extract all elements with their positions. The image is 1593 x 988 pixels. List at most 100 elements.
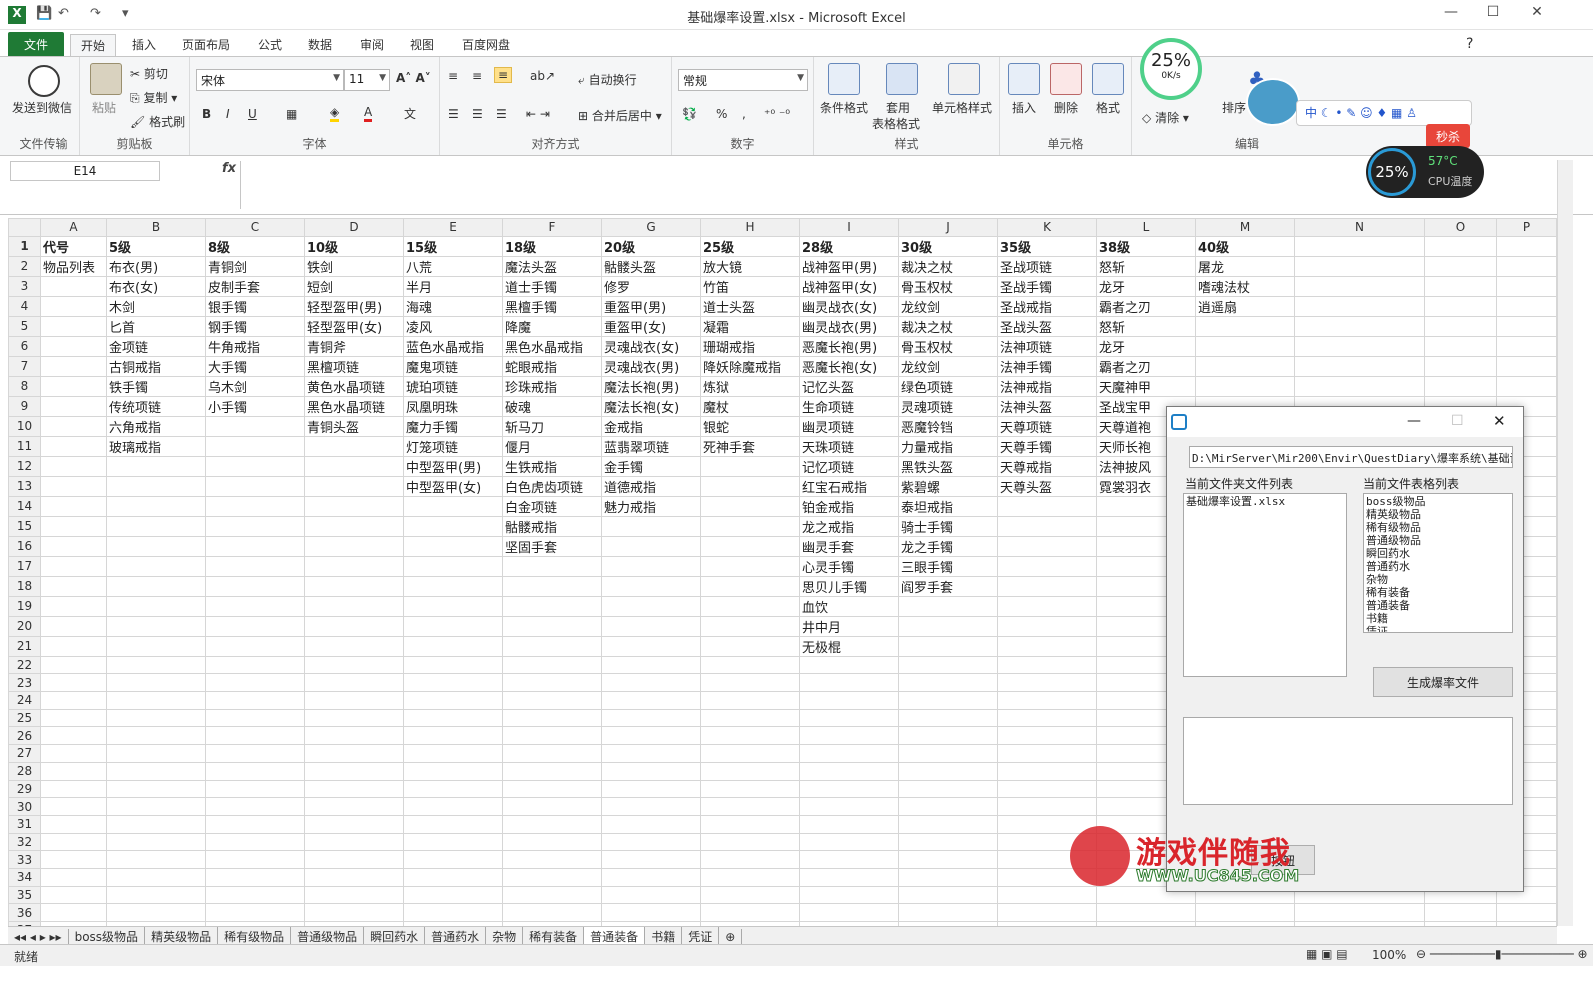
cell[interactable]: 银蛇 xyxy=(700,415,800,437)
cell[interactable]: 玻璃戒指 xyxy=(106,435,206,457)
cell[interactable] xyxy=(898,797,998,816)
cell[interactable]: 15级 xyxy=(403,235,503,257)
cell[interactable] xyxy=(106,691,206,710)
cell[interactable]: 皮制手套 xyxy=(205,275,305,297)
formula-input[interactable] xyxy=(240,161,1540,209)
column-header[interactable]: L xyxy=(1096,218,1196,237)
cell[interactable]: 黑色水晶项链 xyxy=(304,395,404,417)
cell[interactable] xyxy=(205,615,305,637)
sheet-tab[interactable]: 书籍 xyxy=(645,927,683,945)
cell[interactable] xyxy=(106,744,206,763)
cell[interactable]: 青铜剑 xyxy=(205,255,305,277)
cell[interactable] xyxy=(799,814,899,834)
cell[interactable] xyxy=(601,885,701,905)
column-header[interactable]: E xyxy=(403,218,503,237)
cell[interactable] xyxy=(106,455,206,477)
cell[interactable] xyxy=(40,435,107,457)
wrap-text-button[interactable]: ⤶ 自动换行 xyxy=(578,71,637,88)
cell[interactable]: 坚固手套 xyxy=(502,535,602,557)
cell[interactable] xyxy=(205,867,305,887)
cell[interactable] xyxy=(700,708,800,728)
cell[interactable] xyxy=(1294,355,1425,377)
cell[interactable] xyxy=(40,726,107,746)
cell[interactable] xyxy=(601,797,701,816)
cell[interactable] xyxy=(106,850,206,869)
cell[interactable] xyxy=(106,673,206,693)
cell[interactable] xyxy=(106,475,206,497)
cell[interactable] xyxy=(403,495,503,517)
cell[interactable]: 白色虎齿项链 xyxy=(502,475,602,497)
cell[interactable] xyxy=(700,555,800,577)
cell[interactable] xyxy=(502,903,602,922)
cell[interactable] xyxy=(799,673,899,693)
cell[interactable] xyxy=(40,814,107,834)
cell[interactable] xyxy=(403,726,503,746)
cell[interactable] xyxy=(40,655,107,675)
cell[interactable]: 半月 xyxy=(403,275,503,297)
tab-home[interactable]: 开始 xyxy=(70,34,117,56)
cell[interactable]: 银手镯 xyxy=(205,295,305,317)
cell[interactable] xyxy=(403,615,503,637)
cell[interactable] xyxy=(799,779,899,799)
cell[interactable]: 幽灵手套 xyxy=(799,535,899,557)
cell[interactable]: 龙纹剑 xyxy=(898,295,998,317)
cell[interactable]: 天尊头盔 xyxy=(997,475,1097,497)
cell[interactable]: 死神手套 xyxy=(700,435,800,457)
cell[interactable]: 魔杖 xyxy=(700,395,800,417)
cell[interactable] xyxy=(205,850,305,869)
cell[interactable] xyxy=(997,761,1097,781)
cell[interactable] xyxy=(1424,355,1497,377)
row-header[interactable]: 11 xyxy=(8,435,41,457)
close-button[interactable]: ✕ xyxy=(1522,4,1552,26)
cell[interactable] xyxy=(304,655,404,675)
cell[interactable]: 青铜斧 xyxy=(304,335,404,357)
cell[interactable] xyxy=(601,867,701,887)
list-item[interactable]: 基础爆率设置.xlsx xyxy=(1186,495,1344,508)
row-header[interactable]: 25 xyxy=(8,708,41,728)
cell[interactable] xyxy=(205,708,305,728)
list-item[interactable]: 普通药水 xyxy=(1366,560,1510,573)
cell[interactable] xyxy=(799,691,899,710)
cell[interactable] xyxy=(997,495,1097,517)
cell[interactable]: 天尊戒指 xyxy=(997,455,1097,477)
row-header[interactable]: 35 xyxy=(8,885,41,905)
cell[interactable]: 10级 xyxy=(304,235,404,257)
cell[interactable] xyxy=(403,885,503,905)
cell[interactable] xyxy=(997,595,1097,617)
cpu-temperature-widget[interactable]: 25% 57°C CPU温度 xyxy=(1366,146,1484,198)
column-header[interactable]: O xyxy=(1424,218,1497,237)
cell[interactable]: 偃月 xyxy=(502,435,602,457)
cell[interactable] xyxy=(403,555,503,577)
cell[interactable] xyxy=(304,779,404,799)
cell[interactable] xyxy=(700,867,800,887)
cell[interactable]: 魅力戒指 xyxy=(601,495,701,517)
cell[interactable]: 8级 xyxy=(205,235,305,257)
cell[interactable]: 法神头盔 xyxy=(997,395,1097,417)
sheet-tab[interactable]: 普通级物品 xyxy=(291,927,365,945)
cell[interactable] xyxy=(898,726,998,746)
cell[interactable] xyxy=(502,635,602,657)
cell[interactable] xyxy=(997,708,1097,728)
cell[interactable] xyxy=(304,635,404,657)
row-header[interactable]: 13 xyxy=(8,475,41,497)
cell[interactable]: 古铜戒指 xyxy=(106,355,206,377)
clear-button[interactable]: ◇ 清除 ▾ xyxy=(1142,109,1189,126)
tab-page-layout[interactable]: 页面布局 xyxy=(172,34,240,56)
column-header[interactable]: N xyxy=(1294,218,1425,237)
cell[interactable] xyxy=(40,295,107,317)
cell[interactable] xyxy=(898,708,998,728)
cell[interactable] xyxy=(40,885,107,905)
paste-button[interactable]: 粘贴 xyxy=(92,99,116,116)
cell[interactable] xyxy=(601,635,701,657)
cell[interactable] xyxy=(304,814,404,834)
cell[interactable] xyxy=(40,635,107,657)
cell[interactable]: 降魔 xyxy=(502,315,602,337)
minimize-button[interactable]: — xyxy=(1436,4,1466,26)
row-header[interactable]: 34 xyxy=(8,867,41,887)
cell[interactable] xyxy=(898,673,998,693)
cell[interactable] xyxy=(304,535,404,557)
number-format-combo[interactable]: 常规 ▼ xyxy=(678,69,808,91)
zoom-level[interactable]: 100% xyxy=(1372,948,1406,962)
avatar[interactable] xyxy=(1246,78,1300,126)
cell[interactable] xyxy=(799,832,899,852)
